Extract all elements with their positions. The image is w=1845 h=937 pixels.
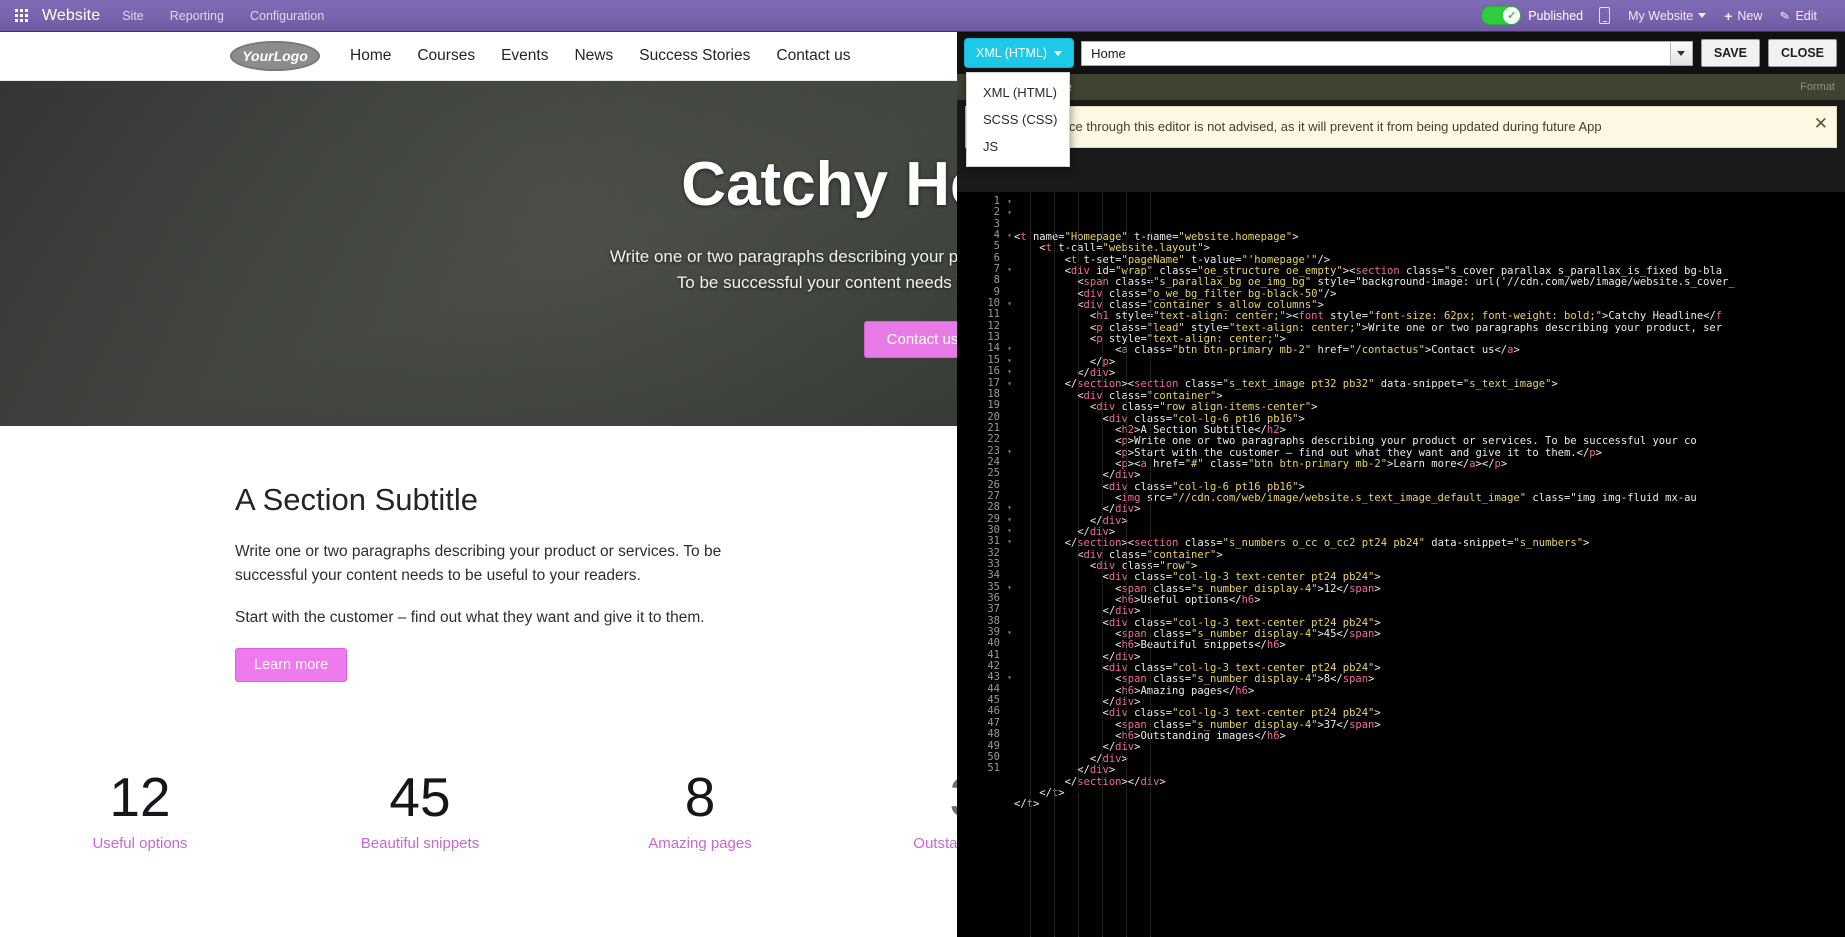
menu-configuration[interactable]: Configuration (250, 9, 324, 23)
site-nav-menu: Home Courses Events News Success Stories… (350, 47, 850, 65)
language-option-scss[interactable]: SCSS (CSS) (967, 106, 1069, 133)
resource-select[interactable]: Home (1081, 40, 1693, 66)
line-number: 16 (957, 365, 1012, 378)
number-label-1: Useful options (92, 835, 188, 853)
site-nav-events[interactable]: Events (501, 47, 548, 65)
code-editor-area[interactable]: 1234567891011121314151617181920212223242… (957, 192, 1845, 937)
check-icon: ✓ (1503, 7, 1521, 24)
number-value-1: 12 (109, 766, 171, 829)
site-logo[interactable]: Your Logo (230, 41, 320, 71)
format-label[interactable]: Format (1800, 81, 1835, 93)
line-number: 25 (987, 467, 1000, 480)
new-button[interactable]: + New (1724, 9, 1762, 23)
code-line[interactable]: </div> (1004, 764, 1845, 776)
menu-reporting[interactable]: Reporting (170, 9, 224, 23)
editor-warning-text: Editing a resource through this editor i… (978, 119, 1602, 134)
section-paragraph-1: Write one or two paragraphs describing y… (235, 543, 722, 585)
chevron-down-icon (1054, 50, 1063, 56)
code-line[interactable]: </div> (1004, 515, 1845, 527)
editor-warning-alert: Editing a resource through this editor i… (965, 106, 1837, 148)
publish-toggle[interactable]: ✓ (1481, 6, 1522, 25)
code-line[interactable]: </t> (1004, 798, 1845, 810)
site-nav-success-stories[interactable]: Success Stories (639, 47, 750, 65)
code-line[interactable]: </t> (1004, 787, 1845, 799)
learn-more-button[interactable]: Learn more (235, 648, 348, 683)
editor-toolbar: XML (HTML) Home SAVE CLOSE XML (HTML) SC… (957, 32, 1845, 167)
resource-path-bar: website.homepage Format (957, 74, 1845, 100)
code-line[interactable]: </div> (1004, 503, 1845, 515)
new-label: New (1737, 8, 1763, 23)
code-line[interactable]: </div> (1004, 605, 1845, 617)
logo-text-secondary: Logo (273, 48, 308, 64)
code-line[interactable]: </div> (1004, 753, 1845, 765)
logo-text-primary: Your (242, 48, 274, 64)
number-block-2: 45 Beautiful snippets (280, 766, 560, 853)
line-number: 31 (957, 535, 1012, 548)
resource-select-wrapper: Home (1081, 40, 1693, 66)
chevron-down-icon (1677, 50, 1686, 56)
site-nav-courses[interactable]: Courses (417, 47, 475, 65)
number-value-2: 45 (389, 766, 451, 829)
website-selector-label: My Website (1628, 8, 1694, 23)
line-number: 28 (957, 501, 1012, 514)
resource-select-caret[interactable] (1669, 41, 1692, 65)
number-block-1: 12 Useful options (0, 766, 280, 853)
site-nav-news[interactable]: News (574, 47, 613, 65)
plus-icon: + (1724, 7, 1733, 24)
navbar-right-group: ✓ Published My Website + New ✎ Edit (1481, 6, 1845, 25)
app-brand[interactable]: Website (42, 7, 100, 25)
section-paragraph-2: Start with the customer – find out what … (235, 609, 705, 627)
menu-site[interactable]: Site (122, 9, 144, 23)
backend-navbar: Website Site Reporting Configuration ✓ P… (0, 0, 1845, 32)
html-editor-panel: XML (HTML) Home SAVE CLOSE XML (HTML) SC… (957, 32, 1845, 937)
number-value-3: 8 (684, 766, 716, 829)
number-block-3: 8 Amazing pages (560, 766, 840, 853)
line-number: 19 (987, 399, 1000, 412)
code-line[interactable]: </section><section class="s_numbers o_cc… (1004, 537, 1845, 549)
code-content[interactable]: <t name="Homepage" t-name="website.homep… (1004, 192, 1845, 937)
language-dropdown-menu: XML (HTML) SCSS (CSS) JS (966, 72, 1070, 167)
line-number: 48 (987, 728, 1000, 741)
code-line[interactable]: </div> (1004, 469, 1845, 481)
line-number: 51 (987, 762, 1000, 775)
line-number: 2 (957, 206, 1012, 219)
number-label-2: Beautiful snippets (360, 835, 480, 853)
language-option-xml[interactable]: XML (HTML) (967, 79, 1069, 106)
line-number: 34 (987, 569, 1000, 582)
edit-label: Edit (1795, 8, 1817, 23)
website-selector[interactable]: My Website (1628, 8, 1707, 23)
language-option-js[interactable]: JS (967, 133, 1069, 160)
code-line[interactable]: <div class="row align-items-center"> (1004, 401, 1845, 413)
close-icon[interactable]: ✕ (1814, 115, 1828, 132)
chevron-down-icon (1698, 13, 1707, 18)
language-dropdown-label: XML (HTML) (976, 46, 1048, 60)
site-nav-contact-us[interactable]: Contact us (776, 47, 850, 65)
code-line[interactable]: </p> (1004, 356, 1845, 368)
code-line[interactable]: <a class="btn btn-primary mb-2" href="/c… (1004, 345, 1845, 357)
edit-button[interactable]: ✎ Edit (1779, 7, 1817, 24)
mobile-preview-icon[interactable] (1599, 7, 1611, 24)
line-number: 22 (987, 433, 1000, 446)
number-label-3: Amazing pages (648, 835, 752, 853)
apps-grid-icon[interactable] (0, 9, 42, 22)
code-line[interactable]: <p>Write one or two paragraphs describin… (1004, 435, 1845, 447)
pencil-icon: ✎ (1779, 7, 1792, 24)
published-label[interactable]: Published (1528, 9, 1583, 23)
screen-root: Website Site Reporting Configuration ✓ P… (0, 0, 1845, 937)
code-gutter: 1234567891011121314151617181920212223242… (957, 192, 1012, 937)
language-dropdown-button[interactable]: XML (HTML) (965, 39, 1074, 67)
site-nav-home[interactable]: Home (350, 47, 391, 65)
code-line[interactable]: </section></div> (1004, 776, 1845, 788)
close-button[interactable]: CLOSE (1767, 39, 1837, 67)
code-line[interactable]: </div> (1004, 742, 1845, 754)
save-button[interactable]: SAVE (1700, 39, 1760, 67)
